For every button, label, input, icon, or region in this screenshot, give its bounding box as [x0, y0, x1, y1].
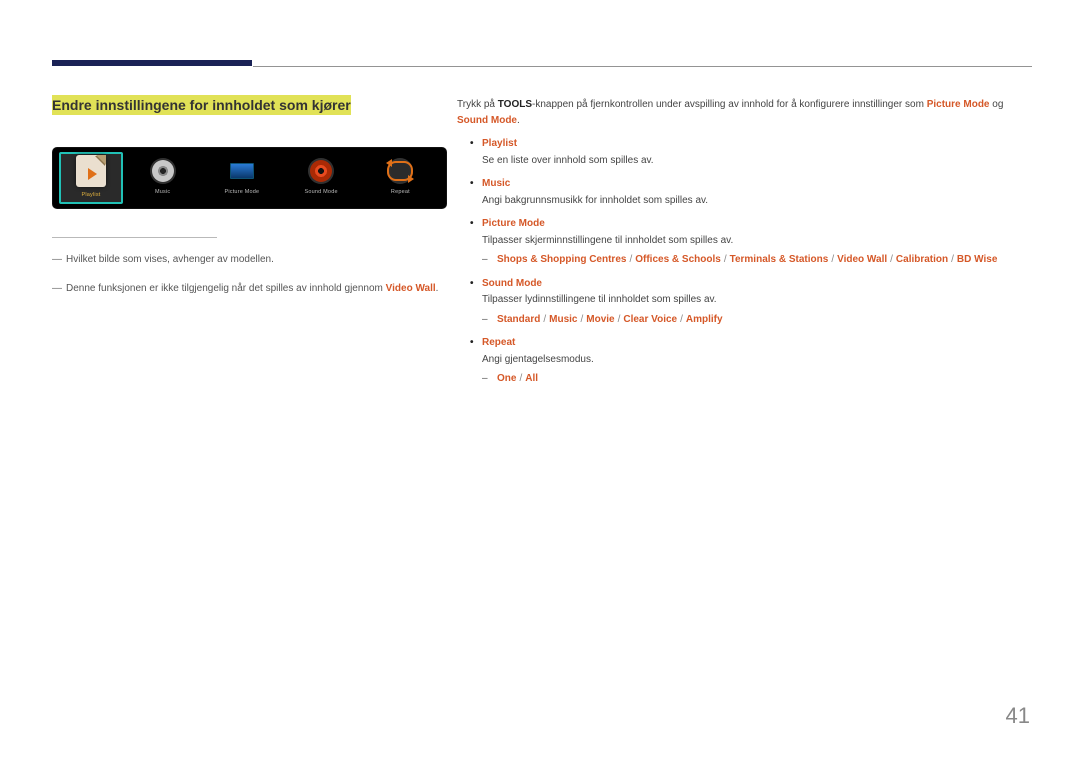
toolbar-item-picture-mode[interactable]: Picture Mode — [202, 152, 281, 204]
repeat-icon — [387, 158, 413, 184]
right-column: Trykk på TOOLS-knappen på fjernkontrolle… — [457, 97, 1032, 387]
left-divider — [52, 237, 217, 238]
speaker-disc-icon — [308, 158, 334, 184]
section-title: Endre innstillingene for innholdet som k… — [52, 95, 351, 115]
toolbar-label: Playlist — [81, 191, 100, 200]
toolbar-item-music[interactable]: Music — [123, 152, 202, 204]
toolbar-item-playlist[interactable]: Playlist — [59, 152, 123, 204]
header-rule — [253, 66, 1032, 67]
header-accent-bar — [52, 60, 252, 66]
picture-mode-options: Shops & Shopping Centres/Offices & Schoo… — [482, 252, 1032, 268]
tv-icon — [229, 158, 255, 184]
content-toolbar: Playlist Music Picture Mode Sound Mode R… — [52, 147, 447, 209]
footnote-2: ― Denne funksjonen er ikke tilgjengelig … — [52, 281, 447, 297]
toolbar-label: Sound Mode — [305, 188, 338, 197]
repeat-options: One/All — [482, 371, 1032, 387]
toolbar-item-sound-mode[interactable]: Sound Mode — [282, 152, 361, 204]
intro-paragraph: Trykk på TOOLS-knappen på fjernkontrolle… — [457, 97, 1032, 128]
list-item-playlist: Playlist Se en liste over innhold som sp… — [457, 136, 1032, 168]
list-item-picture-mode: Picture Mode Tilpasser skjerminnstilling… — [457, 216, 1032, 268]
play-icon — [88, 168, 97, 180]
list-item-repeat: Repeat Angi gjentagelsesmodus. One/All — [457, 335, 1032, 387]
footnote-2-text: Denne funksjonen er ikke tilgjengelig nå… — [66, 281, 438, 297]
toolbar-label: Repeat — [391, 188, 410, 197]
left-column: Endre innstillingene for innholdet som k… — [52, 95, 447, 297]
list-item-sound-mode: Sound Mode Tilpasser lydinnstillingene t… — [457, 276, 1032, 328]
footnote-1-text: Hvilket bilde som vises, avhenger av mod… — [66, 252, 274, 268]
footnote-1: ― Hvilket bilde som vises, avhenger av m… — [52, 252, 447, 268]
page-number: 41 — [1006, 699, 1030, 733]
toolbar-label: Picture Mode — [224, 188, 259, 197]
playlist-file-icon — [76, 155, 106, 187]
toolbar-item-repeat[interactable]: Repeat — [361, 152, 440, 204]
tools-key: TOOLS — [498, 99, 532, 110]
list-item-music: Music Angi bakgrunnsmusikk for innholdet… — [457, 176, 1032, 208]
sound-mode-options: Standard/Music/Movie/Clear Voice/Amplify — [482, 312, 1032, 328]
settings-list: Playlist Se en liste over innhold som sp… — [457, 136, 1032, 387]
toolbar-label: Music — [155, 188, 170, 197]
disc-icon — [150, 158, 176, 184]
